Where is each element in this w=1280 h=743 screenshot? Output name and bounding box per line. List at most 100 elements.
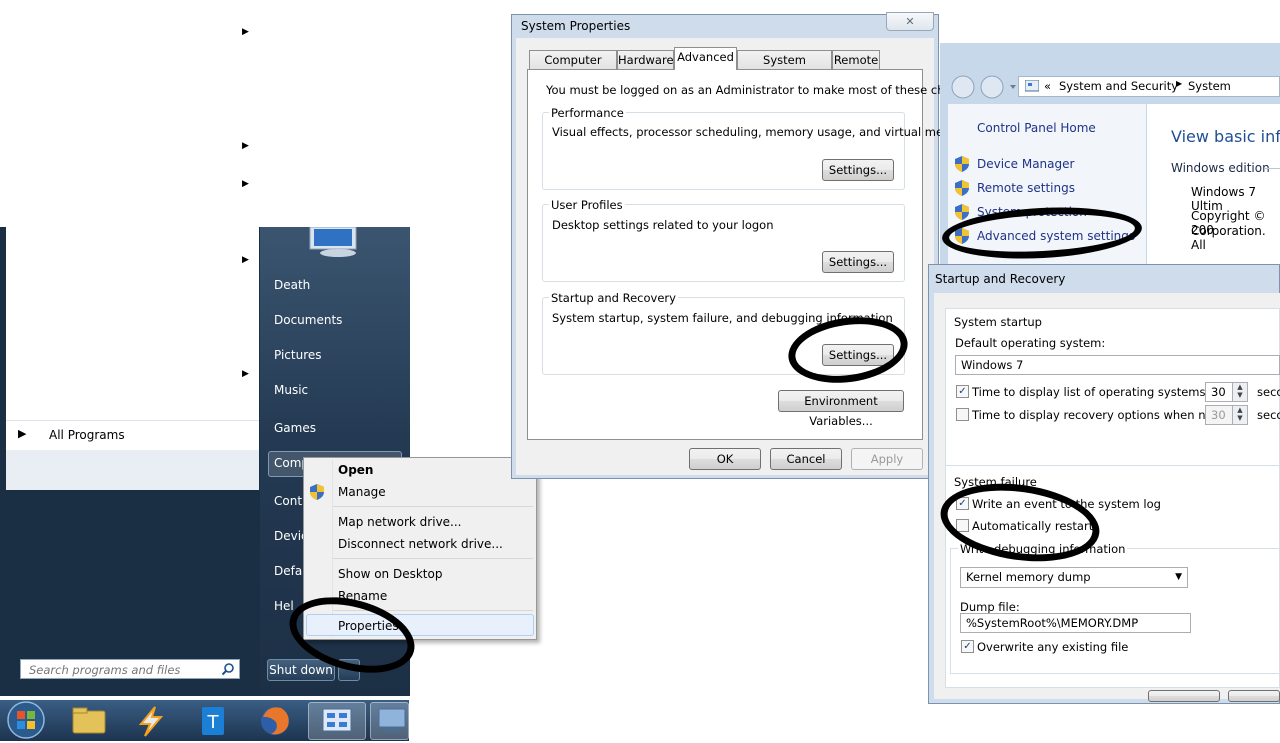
uac-shield-icon: [955, 204, 969, 220]
startup-recovery-title: Startup and Recovery: [935, 272, 1066, 286]
places-item-help[interactable]: Hel: [274, 599, 294, 613]
time-list-checkbox[interactable]: ✓: [956, 385, 969, 398]
places-item-pictures[interactable]: Pictures: [274, 348, 322, 362]
places-item-death[interactable]: Death: [274, 278, 310, 292]
computer-icon: [378, 708, 406, 732]
page-heading: View basic infor: [1171, 127, 1280, 146]
menu-item-manage[interactable]: Manage: [338, 485, 386, 499]
menu-item-open[interactable]: Open: [338, 463, 373, 477]
submenu-arrow-icon[interactable]: ▶: [242, 27, 249, 37]
startup-recovery-settings-button[interactable]: Settings...: [822, 344, 894, 366]
time-list-input[interactable]: 30: [1205, 382, 1233, 402]
places-item-documents[interactable]: Documents: [274, 313, 342, 327]
default-os-select[interactable]: Windows 7: [955, 355, 1280, 375]
taskbar-explorer-button[interactable]: [60, 702, 118, 740]
places-item-music[interactable]: Music: [274, 383, 308, 397]
breadcrumb-system[interactable]: System: [1188, 79, 1231, 93]
system-failure-heading: System failure: [954, 475, 1037, 489]
back-forward-icons[interactable]: [950, 74, 1016, 100]
submenu-arrow-icon[interactable]: ▶: [242, 255, 249, 265]
system-startup-heading: System startup: [954, 315, 1042, 329]
debug-type-select[interactable]: Kernel memory dump ▼: [960, 567, 1188, 588]
menu-separator: [333, 506, 533, 507]
svg-text:T: T: [207, 712, 220, 733]
overwrite-checkbox[interactable]: ✓: [961, 640, 974, 653]
places-item-games[interactable]: Games: [274, 421, 316, 435]
breadcrumb-system-security[interactable]: System and Security: [1059, 79, 1178, 93]
time-list-unit: seco: [1257, 385, 1280, 399]
start-search-box[interactable]: [20, 659, 240, 679]
breadcrumb-root[interactable]: «: [1044, 79, 1051, 93]
user-profiles-title: User Profiles: [549, 198, 625, 212]
menu-item-properties[interactable]: Properties: [338, 619, 399, 633]
close-icon: ✕: [905, 15, 915, 28]
cancel-button[interactable]: Cancel: [770, 448, 842, 470]
overwrite-label: Overwrite any existing file: [977, 640, 1129, 654]
search-icon[interactable]: [221, 662, 235, 676]
tab-remote[interactable]: Remote: [832, 50, 880, 69]
taskbar-control-panel-button[interactable]: [308, 702, 366, 740]
tab-hardware[interactable]: Hardware: [617, 50, 674, 69]
user-profiles-settings-button[interactable]: Settings...: [822, 251, 894, 273]
submenu-arrow-icon[interactable]: ▶: [242, 369, 249, 379]
admin-note: You must be logged on as an Administrato…: [546, 83, 983, 97]
taskbar-media-button[interactable]: [122, 702, 180, 740]
advanced-system-settings-link[interactable]: Advanced system settings: [977, 229, 1135, 243]
taskbar-app-button[interactable]: T: [184, 702, 242, 740]
dump-file-label: Dump file:: [960, 600, 1020, 614]
startup-recovery-title: Startup and Recovery: [549, 291, 678, 305]
chevron-down-icon: ▼: [1175, 572, 1182, 582]
time-list-spinner[interactable]: ▲ ▼: [1232, 382, 1248, 402]
time-recovery-unit: seco: [1257, 408, 1280, 422]
uac-shield-icon: [955, 228, 969, 244]
write-event-checkbox[interactable]: ✓: [956, 497, 969, 510]
taskbar-firefox-button[interactable]: [246, 702, 304, 740]
remote-settings-link[interactable]: Remote settings: [977, 181, 1075, 195]
menu-item-disconnect-drive[interactable]: Disconnect network drive...: [338, 537, 503, 551]
tab-advanced[interactable]: Advanced: [674, 47, 737, 70]
device-manager-link[interactable]: Device Manager: [977, 157, 1074, 171]
firefox-icon: [261, 707, 289, 735]
write-event-label: Write an event to the system log: [972, 497, 1161, 511]
environment-variables-button[interactable]: Environment Variables...: [778, 390, 904, 428]
control-panel-home-link[interactable]: Control Panel Home: [977, 121, 1096, 135]
time-recovery-checkbox[interactable]: [956, 408, 969, 421]
time-recovery-spinner[interactable]: ▲ ▼: [1232, 405, 1248, 425]
tab-system-protection[interactable]: System Protection: [737, 50, 832, 85]
close-button[interactable]: ✕: [886, 12, 934, 31]
taskbar-system-button[interactable]: [370, 702, 409, 740]
debug-info-heading: Write debugging information: [958, 542, 1128, 556]
submenu-arrow-icon[interactable]: ▶: [242, 141, 249, 151]
all-programs-arrow-icon: ▶: [18, 427, 27, 440]
performance-settings-button[interactable]: Settings...: [822, 159, 894, 181]
section-divider: [1265, 168, 1280, 169]
dump-file-input[interactable]: %SystemRoot%\MEMORY.DMP: [960, 613, 1191, 633]
system-protection-link[interactable]: System protection: [977, 205, 1087, 219]
submenu-arrow-icon[interactable]: ▶: [242, 179, 249, 189]
start-orb-icon[interactable]: [4, 700, 48, 741]
auto-restart-label: Automatically restart: [972, 519, 1094, 533]
cancel-button-partial[interactable]: [1228, 690, 1280, 702]
start-search-input[interactable]: [27, 661, 221, 679]
breadcrumb-separator-icon: ▶: [1176, 79, 1183, 88]
time-recovery-input[interactable]: 30: [1205, 405, 1233, 425]
ok-button[interactable]: OK: [689, 448, 761, 470]
address-bar[interactable]: « System and Security ▶ System: [1018, 76, 1280, 97]
menu-item-rename[interactable]: Rename: [338, 589, 387, 603]
menu-item-show-desktop[interactable]: Show on Desktop: [338, 567, 442, 581]
menu-item-map-drive[interactable]: Map network drive...: [338, 515, 462, 529]
auto-restart-checkbox[interactable]: [956, 519, 969, 532]
uac-shield-icon: [955, 156, 969, 172]
ok-button-partial[interactable]: [1148, 690, 1220, 702]
windows-edition-label: Windows edition: [1171, 161, 1270, 175]
tab-computer-name[interactable]: Computer Name: [529, 50, 617, 85]
start-menu-programs-pane: ▶ ▶ ▶ ▶ ▶: [6, 6, 259, 420]
apply-button[interactable]: Apply: [851, 448, 923, 470]
window-title: System Properties: [521, 19, 631, 33]
menu-separator: [333, 610, 533, 611]
all-programs-item[interactable]: ▶ All Programs: [6, 420, 259, 451]
startup-recovery-desc: System startup, system failure, and debu…: [552, 311, 893, 325]
shutdown-options-button[interactable]: [338, 659, 360, 681]
shutdown-button[interactable]: Shut down: [267, 659, 335, 681]
start-search-area: [6, 450, 259, 490]
